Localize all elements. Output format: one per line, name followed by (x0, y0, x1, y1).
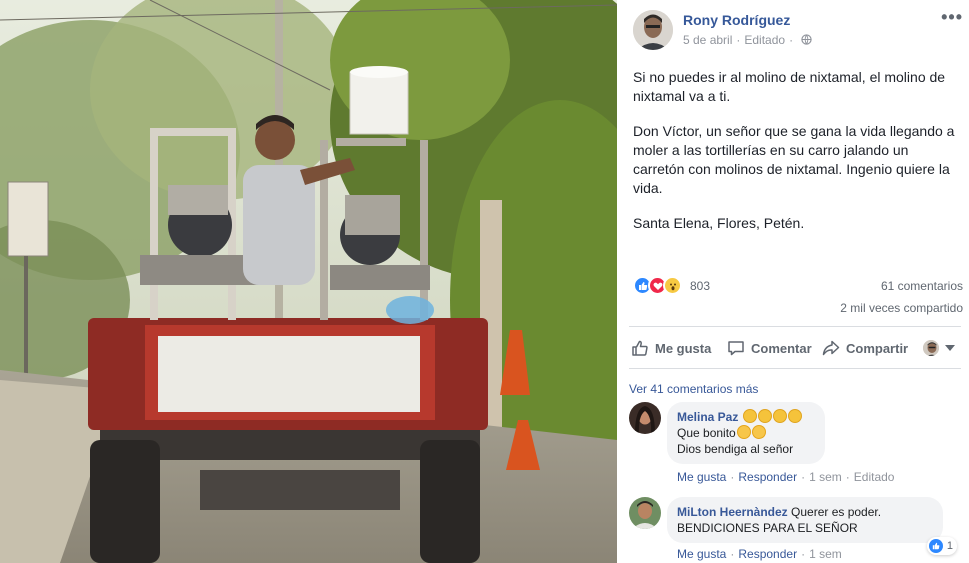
comment-text: Querer es poder. (791, 505, 882, 519)
comment-time[interactable]: 1 sem (809, 470, 842, 484)
commenter-name[interactable]: Melina Paz (677, 410, 738, 424)
shares-count[interactable]: 2 mil veces compartido (840, 301, 963, 315)
comment-reply-link[interactable]: Responder (738, 547, 797, 561)
divider (629, 326, 961, 327)
smiling-face-emoji (736, 425, 751, 439)
smiling-face-emoji (751, 425, 766, 439)
comment-time[interactable]: 1 sem (809, 547, 842, 561)
comment-footer: Me gusta · Responder · 1 sem (677, 547, 842, 561)
share-button[interactable]: Compartir (822, 338, 908, 358)
comment-reply-link[interactable]: Responder (738, 470, 797, 484)
post-text: Si no puedes ir al molino de nixtamal, e… (633, 68, 963, 249)
share-icon (822, 340, 840, 356)
reaction-icons[interactable] (633, 276, 682, 296)
post-paragraph: Don Víctor, un señor que se gana la vida… (633, 123, 959, 196)
comment-like-link[interactable]: Me gusta (677, 547, 726, 561)
comment-footer: Me gusta · Responder · 1 sem · Editado (677, 470, 895, 484)
post-meta: 5 de abril · Editado · (683, 33, 812, 47)
reactions-summary: 803 61 comentarios 2 mil veces compartid… (633, 276, 963, 315)
comment-label: Comentar (751, 340, 812, 356)
more-options-icon[interactable]: ••• (941, 8, 963, 26)
commenter-name[interactable]: MiLton Heernàndez (677, 505, 788, 519)
like-label: Me gusta (655, 340, 712, 356)
comment-text: Que bonito (677, 426, 736, 440)
like-button[interactable]: Me gusta (631, 338, 711, 358)
view-more-comments-link[interactable]: Ver 41 comentarios más (629, 382, 758, 396)
viewer-avatar (923, 340, 939, 356)
globe-icon[interactable] (801, 34, 812, 45)
edited-label[interactable]: Editado (744, 33, 785, 47)
divider (629, 368, 961, 369)
post-photo[interactable] (0, 0, 617, 563)
clapping-hands-emoji (772, 409, 787, 423)
comment-bubble: MiLton Heernàndez Querer es poder. BENDI… (667, 497, 943, 543)
like-icon (928, 539, 943, 553)
reactions-count[interactable]: 803 (690, 279, 710, 293)
photo-truck-with-mills (0, 0, 617, 563)
comment-like-link[interactable]: Me gusta (677, 470, 726, 484)
post-date[interactable]: 5 de abril (683, 33, 732, 47)
post-paragraph: Santa Elena, Flores, Petén. (633, 215, 805, 231)
post-side-panel: Rony Rodríguez 5 de abril · Editado · ••• S… (617, 0, 969, 563)
clapping-hands-emoji (742, 409, 757, 423)
clapping-hands-emoji (757, 409, 772, 423)
post-paragraph: Si no puedes ir al molino de nixtamal, e… (633, 69, 949, 104)
comment-text: Dios bendiga al señor (677, 442, 794, 456)
comments-count[interactable]: 61 comentarios (881, 279, 963, 293)
comment-button[interactable]: Comentar (727, 338, 812, 358)
comment-bubble: Melina Paz Que bonito Dios bendiga al se… (667, 402, 825, 464)
commenter-avatar[interactable] (629, 402, 661, 434)
comment-edited[interactable]: Editado (854, 470, 895, 484)
author-name[interactable]: Rony Rodríguez (683, 12, 790, 28)
author-avatar[interactable] (633, 10, 673, 50)
comment-reactions-count: 1 (946, 540, 953, 552)
reply-as-selector[interactable] (923, 338, 955, 358)
post-header: Rony Rodríguez 5 de abril · Editado · ••• (633, 8, 963, 50)
clapping-hands-emoji (787, 409, 802, 423)
comment-icon (728, 341, 744, 356)
comment-text: BENDICIONES PARA EL SEÑOR (677, 521, 858, 535)
comment-reactions[interactable]: 1 (926, 537, 957, 555)
chevron-down-icon (945, 345, 955, 351)
commenter-avatar[interactable] (629, 497, 661, 529)
wow-icon (663, 276, 682, 295)
thumbs-up-icon (632, 340, 648, 356)
post-actions: Me gusta Comentar Compartir (629, 330, 961, 366)
share-label: Compartir (846, 340, 909, 356)
